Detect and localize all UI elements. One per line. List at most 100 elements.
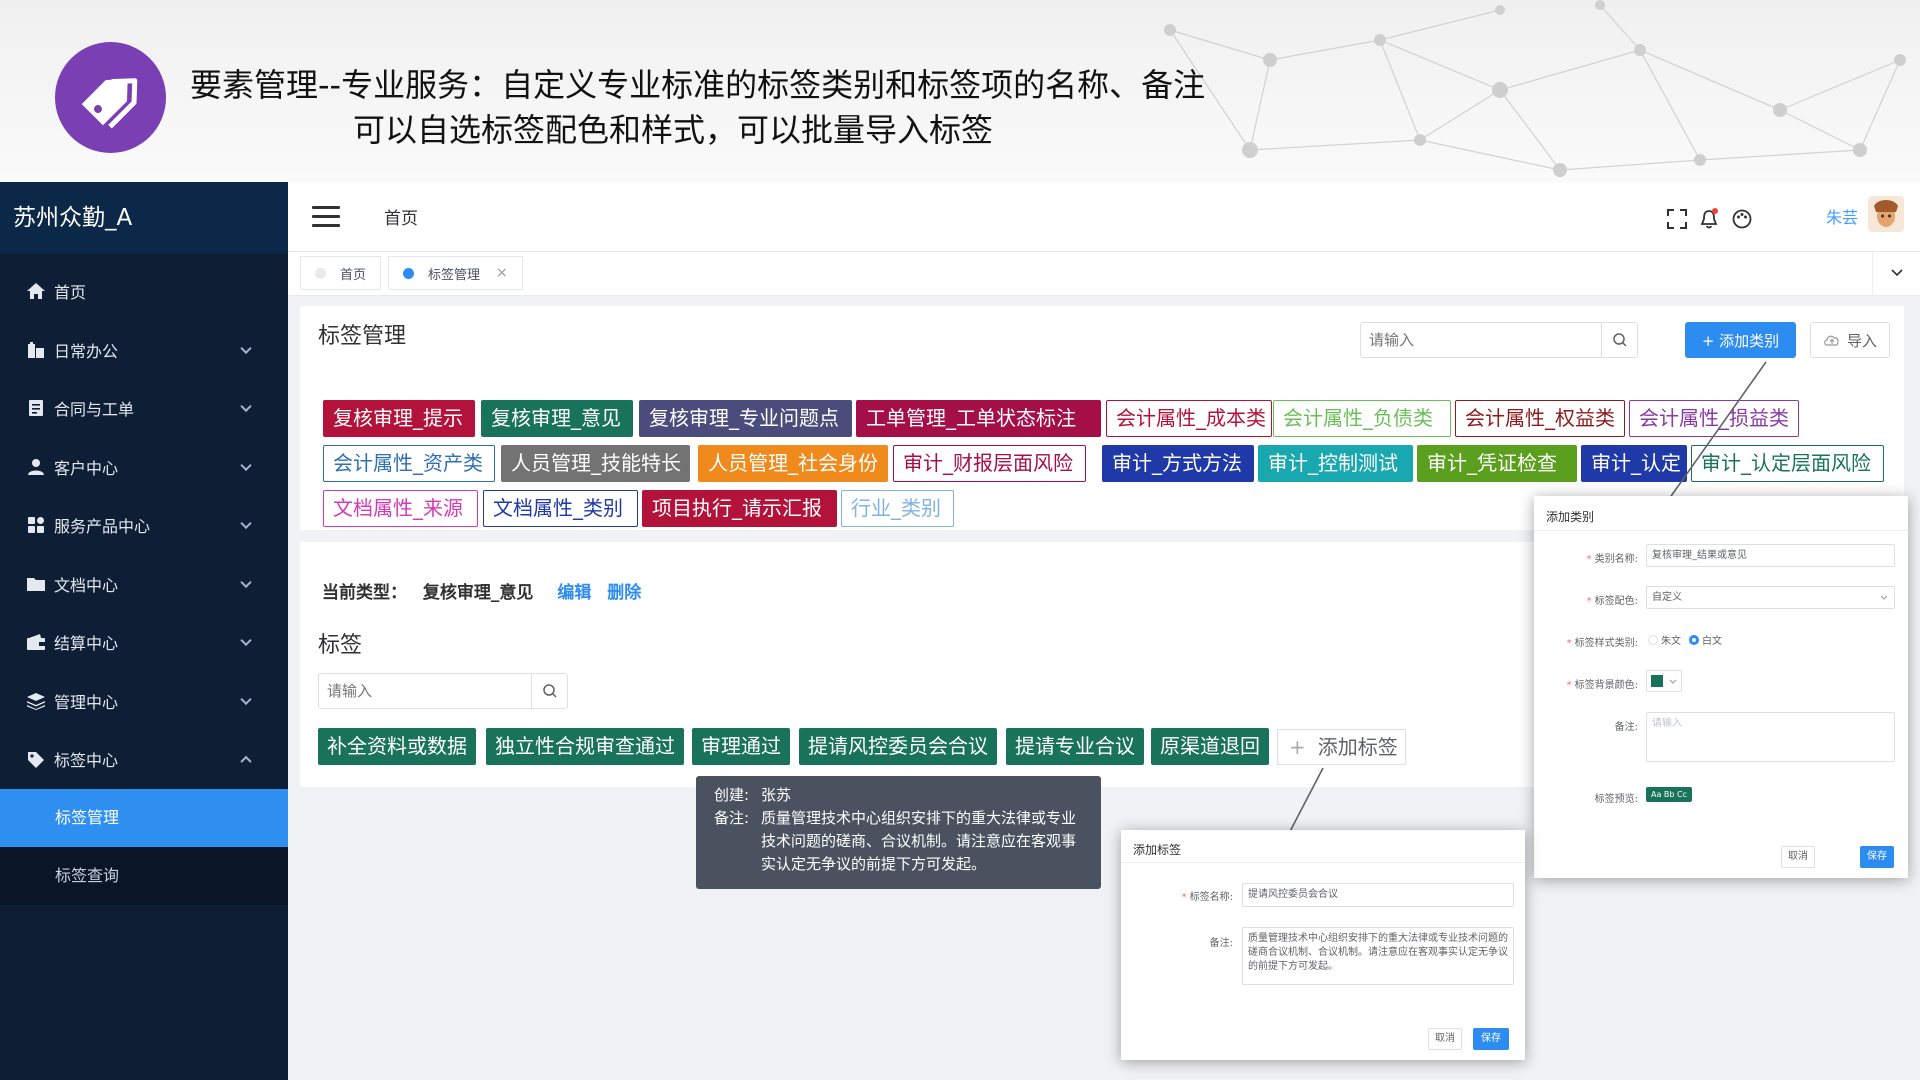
tag-color-select[interactable]: 自定义 <box>1646 586 1895 609</box>
tag-item[interactable]: 审理通过 <box>692 728 790 765</box>
radio-zhuwen-label: 朱文 <box>1661 636 1681 647</box>
category-tag[interactable]: 复核审理_提示 <box>323 400 475 437</box>
category-tag[interactable]: 会计属性_权益类 <box>1455 400 1625 437</box>
category-tag[interactable]: 文档属性_类别 <box>483 490 638 527</box>
chevron-down-icon <box>240 576 252 588</box>
sidebar-subitem-tag-query[interactable]: 标签查询 <box>0 846 288 905</box>
category-tag[interactable]: 会计属性_损益类 <box>1629 400 1799 437</box>
fullscreen-icon[interactable] <box>1666 208 1688 230</box>
category-tag[interactable]: 工单管理_工单状态标注 <box>856 400 1101 437</box>
radio-baiwen[interactable] <box>1689 634 1699 645</box>
category-tag[interactable]: 人员管理_社会身份 <box>698 445 888 482</box>
category-tag[interactable]: 行业_类别 <box>841 490 954 527</box>
category-search-box <box>1360 322 1638 358</box>
tag-icon <box>28 752 44 769</box>
search-button[interactable] <box>531 674 567 708</box>
avatar-icon <box>1874 200 1898 227</box>
plus-icon: + <box>1289 735 1306 759</box>
preview-label: 标签预览: <box>1594 794 1638 805</box>
tab-label: 首页 <box>340 267 367 283</box>
edit-link[interactable]: 编辑 <box>557 583 591 603</box>
tag-item[interactable]: 提请专业合议 <box>1006 728 1144 765</box>
breadcrumb[interactable]: 首页 <box>384 204 418 229</box>
category-search-input[interactable] <box>1361 323 1591 357</box>
top-bar: 首页 朱芸 <box>288 182 1920 252</box>
background-color-picker[interactable] <box>1646 670 1682 692</box>
menu-toggle-icon[interactable] <box>312 206 340 228</box>
category-tag[interactable]: 会计属性_资产类 <box>323 445 495 482</box>
import-label: 导入 <box>1846 331 1877 350</box>
tags-section-title: 标签 <box>318 633 363 658</box>
close-icon[interactable]: × <box>496 265 508 281</box>
category-tag[interactable]: 审计_财报层面风险 <box>893 445 1086 482</box>
search-button[interactable] <box>1601 323 1637 357</box>
tab-tag-management[interactable]: 标签管理 × <box>388 256 523 290</box>
category-tag[interactable]: 审计_认定层面风险 <box>1691 445 1884 482</box>
add-category-button[interactable]: + 添加类别 <box>1685 322 1796 358</box>
tag-item[interactable]: 提请风控委员会合议 <box>799 728 997 765</box>
avatar[interactable] <box>1868 196 1904 232</box>
delete-link[interactable]: 删除 <box>607 583 641 603</box>
category-tag[interactable]: 人员管理_技能特长 <box>501 445 690 482</box>
add-tag-label: 添加标签 <box>1317 735 1398 759</box>
add-category-dialog: 添加类别 * 类别名称: 复核审理_结果或意见 * 标签配色: 自定义 * 标签样式类… <box>1534 496 1908 878</box>
sidebar-item-customers[interactable]: 客户中心 <box>0 438 288 497</box>
background-color-label: * 标签背景颜色: <box>1566 680 1638 691</box>
save-button[interactable]: 保存 <box>1860 846 1894 868</box>
add-tag-button[interactable]: + 添加标签 <box>1277 729 1406 765</box>
sidebar-item-management[interactable]: 管理中心 <box>0 672 288 731</box>
sidebar: 苏州众勤_A 首页 日常办公 合同与工单 客户中心 服务产品中心 文档中心 结算… <box>0 182 288 1080</box>
category-tag[interactable]: 复核审理_专业问题点 <box>639 400 852 437</box>
tab-home[interactable]: 首页 <box>300 256 382 290</box>
sidebar-item-settlement[interactable]: 结算中心 <box>0 613 288 672</box>
note-textarea[interactable]: 请输入 <box>1646 712 1895 762</box>
tag-tooltip: 创建: 张苏 备注: 质量管理技术中心组织安排下的重大法律或专业技术问题的磋商、合议… <box>696 776 1101 889</box>
category-tag[interactable]: 复核审理_意见 <box>481 400 633 437</box>
user-icon <box>28 458 44 475</box>
sidebar-item-tag-center[interactable]: 标签中心 <box>0 730 288 789</box>
note-textarea[interactable]: 质量管理技术中心组织安排下的重大法律或专业技术问题的磋商合议机制、合议机制。请注… <box>1242 927 1514 985</box>
category-name-input[interactable]: 复核审理_结果或意见 <box>1646 544 1895 567</box>
tag-item[interactable]: 独立性合规审查通过 <box>486 728 684 765</box>
banner-subtitle: 可以自选标签配色和样式，可以批量导入标签 <box>353 111 994 149</box>
radio-zhuwen[interactable] <box>1648 634 1658 645</box>
sidebar-item-contracts[interactable]: 合同与工单 <box>0 379 288 438</box>
chevron-down-icon <box>240 693 252 705</box>
sidebar-item-label: 合同与工单 <box>54 400 135 420</box>
chevron-down-icon <box>240 634 252 647</box>
building-icon <box>28 341 44 358</box>
note-label: 备注: <box>1209 938 1233 949</box>
notification-bell-icon[interactable] <box>1698 208 1720 230</box>
cancel-button[interactable]: 取消 <box>1781 846 1815 868</box>
category-tag[interactable]: 审计_凭证检查 <box>1417 445 1577 482</box>
sidebar-item-label: 结算中心 <box>54 634 119 654</box>
tooltip-creator-key: 创建: <box>714 786 750 804</box>
sidebar-item-service-products[interactable]: 服务产品中心 <box>0 496 288 555</box>
category-tag[interactable]: 审计_方式方法 <box>1102 445 1254 482</box>
cancel-button[interactable]: 取消 <box>1428 1028 1462 1050</box>
sidebar-item-daily-office[interactable]: 日常办公 <box>0 321 288 380</box>
tag-icon <box>81 78 138 129</box>
sidebar-item-home[interactable]: 首页 <box>0 262 288 321</box>
category-tag[interactable]: 文档属性_来源 <box>323 490 478 527</box>
sidebar-item-label: 文档中心 <box>54 575 119 595</box>
sidebar-subitem-tag-management[interactable]: 标签管理 <box>0 788 288 847</box>
theme-palette-icon[interactable] <box>1731 208 1753 230</box>
sidebar-item-documents[interactable]: 文档中心 <box>0 555 288 614</box>
tabs-dropdown-button[interactable] <box>1872 252 1920 296</box>
user-name[interactable]: 朱芸 <box>1826 204 1858 228</box>
import-button[interactable]: 导入 <box>1810 322 1890 358</box>
cloud-upload-icon <box>1824 335 1839 346</box>
add-tag-dialog: 添加标签 * 标签名称: 提请风控委员会合议 备注: 质量管理技术中心组织安排下的… <box>1121 830 1525 1060</box>
tag-name-input[interactable]: 提请风控委员会合议 <box>1242 883 1514 907</box>
tag-search-input[interactable] <box>319 674 519 708</box>
tag-item[interactable]: 原渠道退回 <box>1151 728 1269 765</box>
save-button[interactable]: 保存 <box>1473 1028 1509 1050</box>
category-tag[interactable]: 会计属性_负债类 <box>1273 400 1451 437</box>
category-tag[interactable]: 会计属性_成本类 <box>1106 400 1272 437</box>
chevron-down-icon <box>240 459 252 471</box>
tag-item[interactable]: 补全资料或数据 <box>318 728 476 765</box>
category-tag[interactable]: 审计_控制测试 <box>1258 445 1413 482</box>
category-tag[interactable]: 审计_认定 <box>1581 445 1687 482</box>
category-tag[interactable]: 项目执行_请示汇报 <box>642 490 837 527</box>
